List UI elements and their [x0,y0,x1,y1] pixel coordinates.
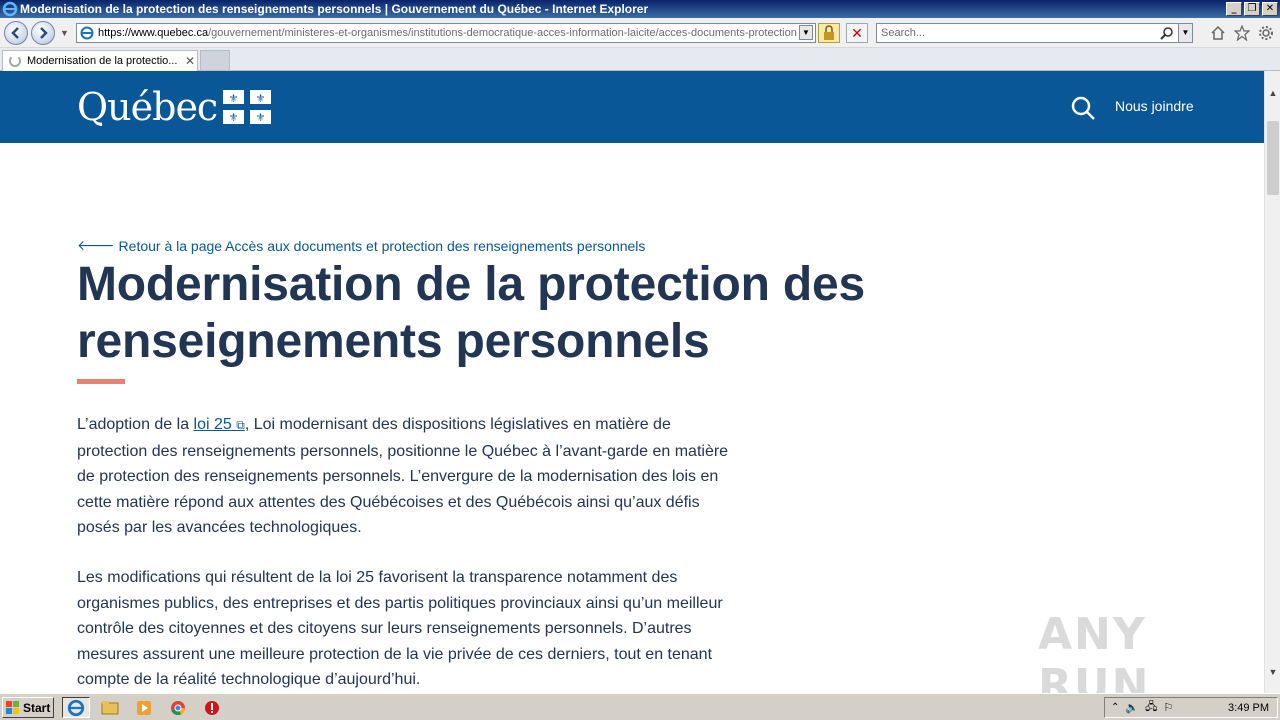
media-player-icon [137,700,151,715]
vertical-scrollbar[interactable]: ▲ ▼ [1264,71,1280,693]
clock[interactable]: 3:49 PM [1228,702,1269,714]
chrome-icon [171,700,185,715]
logo-wordmark: Québec [77,85,218,129]
scroll-up-icon[interactable]: ▲ [1265,85,1280,102]
red-shield-icon [205,700,219,715]
window-title: Modernisation de la protection des rense… [20,2,649,16]
svg-text:⚜: ⚜ [256,92,266,105]
internet-explorer-icon [67,699,85,716]
home-icon[interactable] [1210,25,1226,41]
external-link-icon: ⧉ [236,418,245,432]
address-dropdown-icon[interactable]: ▼ [799,25,813,40]
system-tray: ⌃ 🔈 🖧 ⚐ 3:49 PM [1104,697,1278,718]
intro-paragraph: L’adoption de la loi 25 ⧉, Loi modernisa… [77,412,737,541]
search-input[interactable]: Search... ▼ [876,23,1193,43]
arrow-left-icon: 🡐 [77,237,115,253]
forward-button[interactable] [31,21,55,45]
scrollbar-thumb[interactable] [1267,121,1279,195]
url-host: https://www.quebec.ca [98,27,209,39]
loi-25-link[interactable]: loi 25 ⧉ [194,416,245,433]
internet-explorer-icon [2,1,18,17]
taskbar-explorer-button[interactable] [96,697,124,718]
start-label: Start [23,700,51,715]
page-viewport: Québec ⚜ ⚜ ⚜ ⚜ Nous joindre 🡐 Retour à l… [0,71,1264,693]
security-lock-button[interactable] [818,23,840,43]
back-button[interactable] [4,21,28,45]
network-icon[interactable]: 🖧 [1145,698,1157,717]
para1-after: , Loi modernisant des dispositions légis… [77,416,729,537]
taskbar-security-app-button[interactable] [198,697,226,718]
folder-icon [101,700,119,714]
site-search-icon[interactable] [1070,95,1096,121]
back-to-parent-link[interactable]: 🡐 Retour à la page Accès aux documents e… [77,237,645,254]
tab-strip: Modernisation de la protectio... ✕ [0,48,1280,71]
restore-button[interactable]: ❐ [1244,2,1260,16]
taskbar-chrome-button[interactable] [164,697,192,718]
taskbar-media-player-button[interactable] [130,697,158,718]
search-provider-dropdown-icon[interactable]: ▼ [1178,24,1192,42]
second-paragraph: Les modifications qui résultent de la lo… [77,569,723,689]
tab-close-icon[interactable]: ✕ [183,54,197,68]
taskbar-ie-button[interactable] [62,697,90,718]
contact-link[interactable]: Nous joindre [1115,98,1194,114]
history-dropdown-icon[interactable]: ▼ [60,28,69,38]
anyrun-watermark: ANY RUN [1038,609,1151,693]
address-bar[interactable]: https://www.quebec.ca/gouvernement/minis… [76,23,816,43]
svg-text:⚜: ⚜ [229,111,239,124]
search-icon[interactable] [1160,26,1174,40]
windows-taskbar: Start ⌃ 🔈 🖧 ⚐ 3:49 PM [0,693,1280,720]
fleurdelise-flag-icon: ⚜ ⚜ ⚜ ⚜ [223,90,272,124]
back-link-label: Retour à la page Accès aux documents et … [118,237,646,254]
minimize-button[interactable]: _ [1226,2,1242,16]
search-placeholder: Search... [881,27,926,39]
favorites-star-icon[interactable] [1234,25,1250,41]
para1-before: L’adoption de la [77,416,194,433]
svg-text:⚜: ⚜ [229,92,239,105]
site-header: Québec ⚜ ⚜ ⚜ ⚜ Nous joindre [0,71,1264,143]
close-window-button[interactable]: ✕ [1262,2,1278,16]
tools-gear-icon[interactable] [1258,25,1274,41]
scroll-down-icon[interactable]: ▼ [1265,664,1280,681]
url-path: /gouvernement/ministeres-et-organismes/i… [208,27,797,39]
browser-navbar: ▼ https://www.quebec.ca/gouvernement/min… [0,18,1280,48]
title-underline-accent [77,379,125,384]
volume-icon[interactable]: 🔈 [1125,701,1139,714]
stop-button[interactable]: ✕ [846,23,868,43]
tab-title: Modernisation de la protectio... [27,55,178,67]
tray-expand-icon[interactable]: ⌃ [1111,702,1119,713]
page-title: Modernisation de la protection des rense… [77,258,865,368]
window-titlebar: Modernisation de la protection des rense… [0,0,1280,18]
start-button[interactable]: Start [2,697,54,718]
tab-active[interactable]: Modernisation de la protectio... ✕ [2,50,198,71]
lock-icon [824,25,834,40]
loading-spinner-icon [9,55,21,67]
action-center-flag-icon[interactable]: ⚐ [1163,701,1173,714]
back-arrow-icon [11,27,19,39]
quebec-logo[interactable]: Québec ⚜ ⚜ ⚜ ⚜ [77,85,272,129]
page-favicon-icon [80,26,94,40]
new-tab-button[interactable] [200,50,230,71]
forward-arrow-icon [40,27,48,39]
windows-logo-icon [6,700,19,714]
svg-text:⚜: ⚜ [256,111,266,124]
